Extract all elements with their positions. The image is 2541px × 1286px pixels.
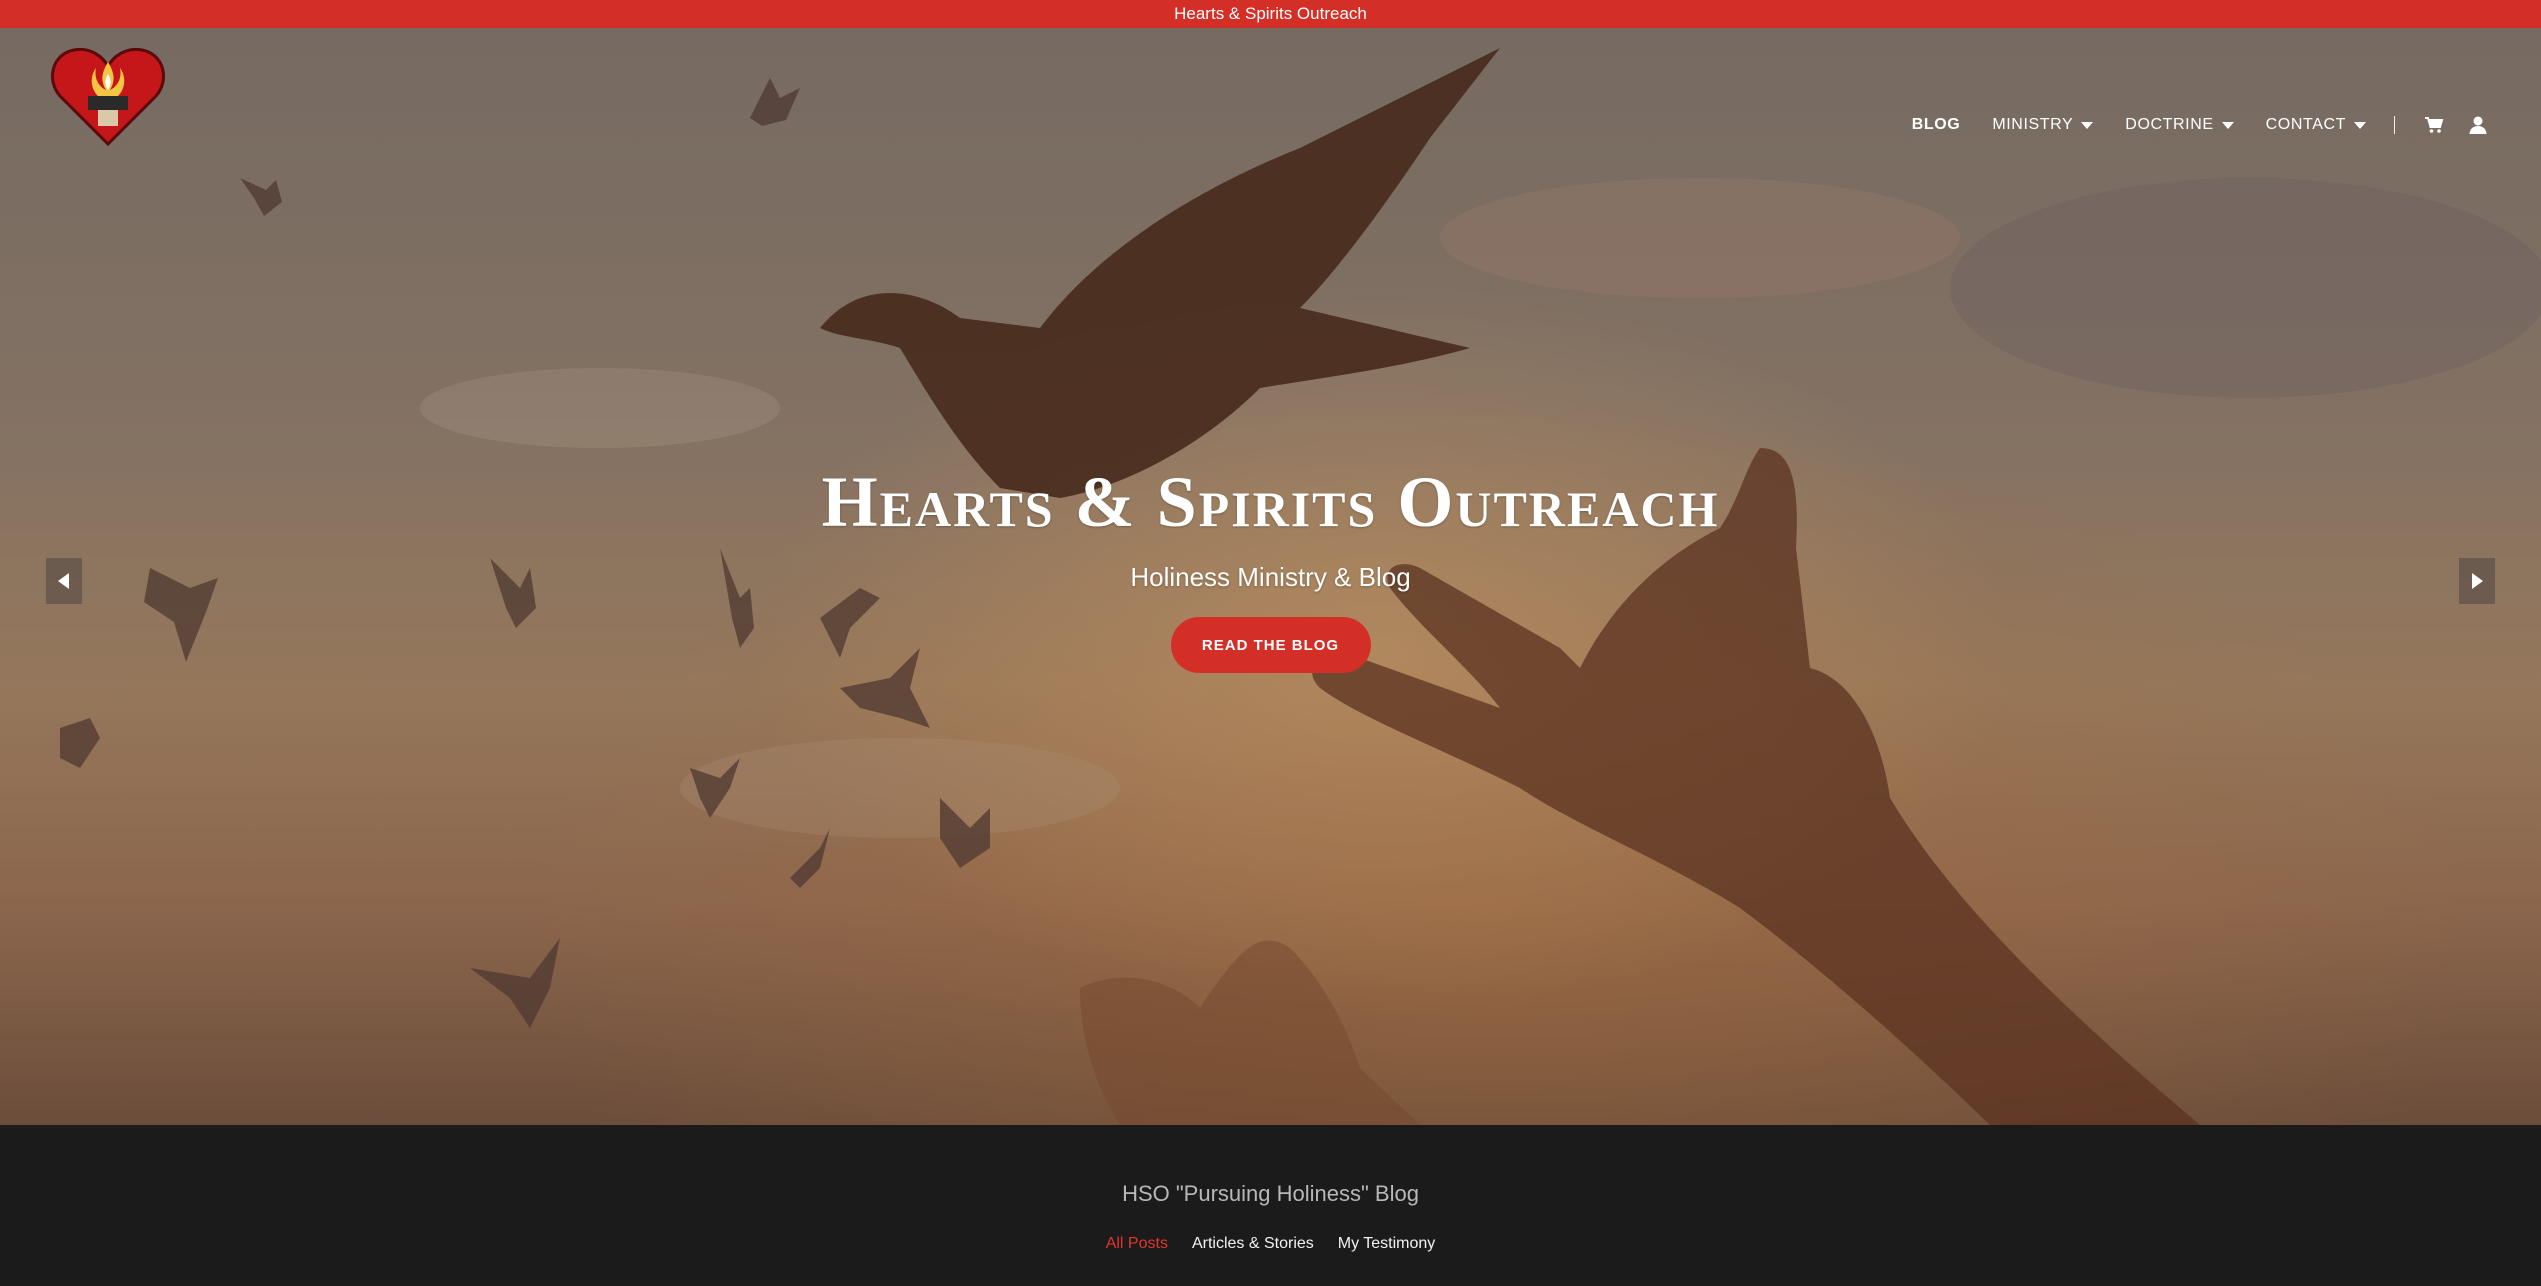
blog-title: HSO "Pursuing Holiness" Blog bbox=[1122, 1181, 1419, 1206]
nav-doctrine[interactable]: DOCTRINE bbox=[2125, 116, 2234, 134]
nav-contact[interactable]: CONTACT bbox=[2266, 116, 2366, 134]
hero-content: Hearts & Spirits Outreach Holiness Minis… bbox=[0, 466, 2541, 673]
filter-all-posts[interactable]: All Posts bbox=[1106, 1235, 1168, 1253]
hero-subtitle: Holiness Ministry & Blog bbox=[1130, 562, 1411, 592]
filter-articles-stories[interactable]: Articles & Stories bbox=[1192, 1235, 1314, 1253]
slider-next-button[interactable] bbox=[2459, 558, 2495, 604]
hero-slideshow: BLOG MINISTRY DOCTRINE CONTACT Hearts & … bbox=[0, 28, 2541, 1125]
nav-divider bbox=[2394, 116, 2395, 134]
chevron-down-icon bbox=[2354, 121, 2366, 129]
blog-filter-tabs: All Posts Articles & Stories My Testimon… bbox=[0, 1235, 2541, 1253]
nav-blog-label: BLOG bbox=[1911, 116, 1961, 133]
nav-doctrine-label: DOCTRINE bbox=[2125, 116, 2214, 133]
nav-contact-label: CONTACT bbox=[2265, 116, 2346, 133]
slider-prev-button[interactable] bbox=[46, 558, 82, 604]
announcement-bar: Hearts & Spirits Outreach bbox=[0, 0, 2541, 28]
announcement-text: Hearts & Spirits Outreach bbox=[1174, 4, 1367, 23]
arrow-left-icon bbox=[58, 573, 69, 589]
cart-icon[interactable] bbox=[2423, 114, 2445, 136]
main-nav: BLOG MINISTRY DOCTRINE CONTACT bbox=[1880, 114, 2489, 136]
read-the-blog-button[interactable]: READ THE BLOG bbox=[1170, 617, 1371, 673]
nav-blog[interactable]: BLOG bbox=[1912, 116, 1961, 134]
arrow-right-icon bbox=[2472, 573, 2483, 589]
hero-title: Hearts & Spirits Outreach bbox=[821, 462, 1720, 542]
chevron-down-icon bbox=[2081, 121, 2094, 129]
nav-ministry[interactable]: MINISTRY bbox=[1992, 116, 2094, 134]
site-logo[interactable] bbox=[50, 44, 166, 148]
blog-section: HSO "Pursuing Holiness" Blog All Posts A… bbox=[0, 1125, 2541, 1286]
nav-ministry-label: MINISTRY bbox=[1992, 116, 2074, 133]
chevron-down-icon bbox=[2221, 121, 2234, 129]
filter-my-testimony[interactable]: My Testimony bbox=[1338, 1235, 1436, 1253]
account-icon[interactable] bbox=[2467, 114, 2489, 136]
